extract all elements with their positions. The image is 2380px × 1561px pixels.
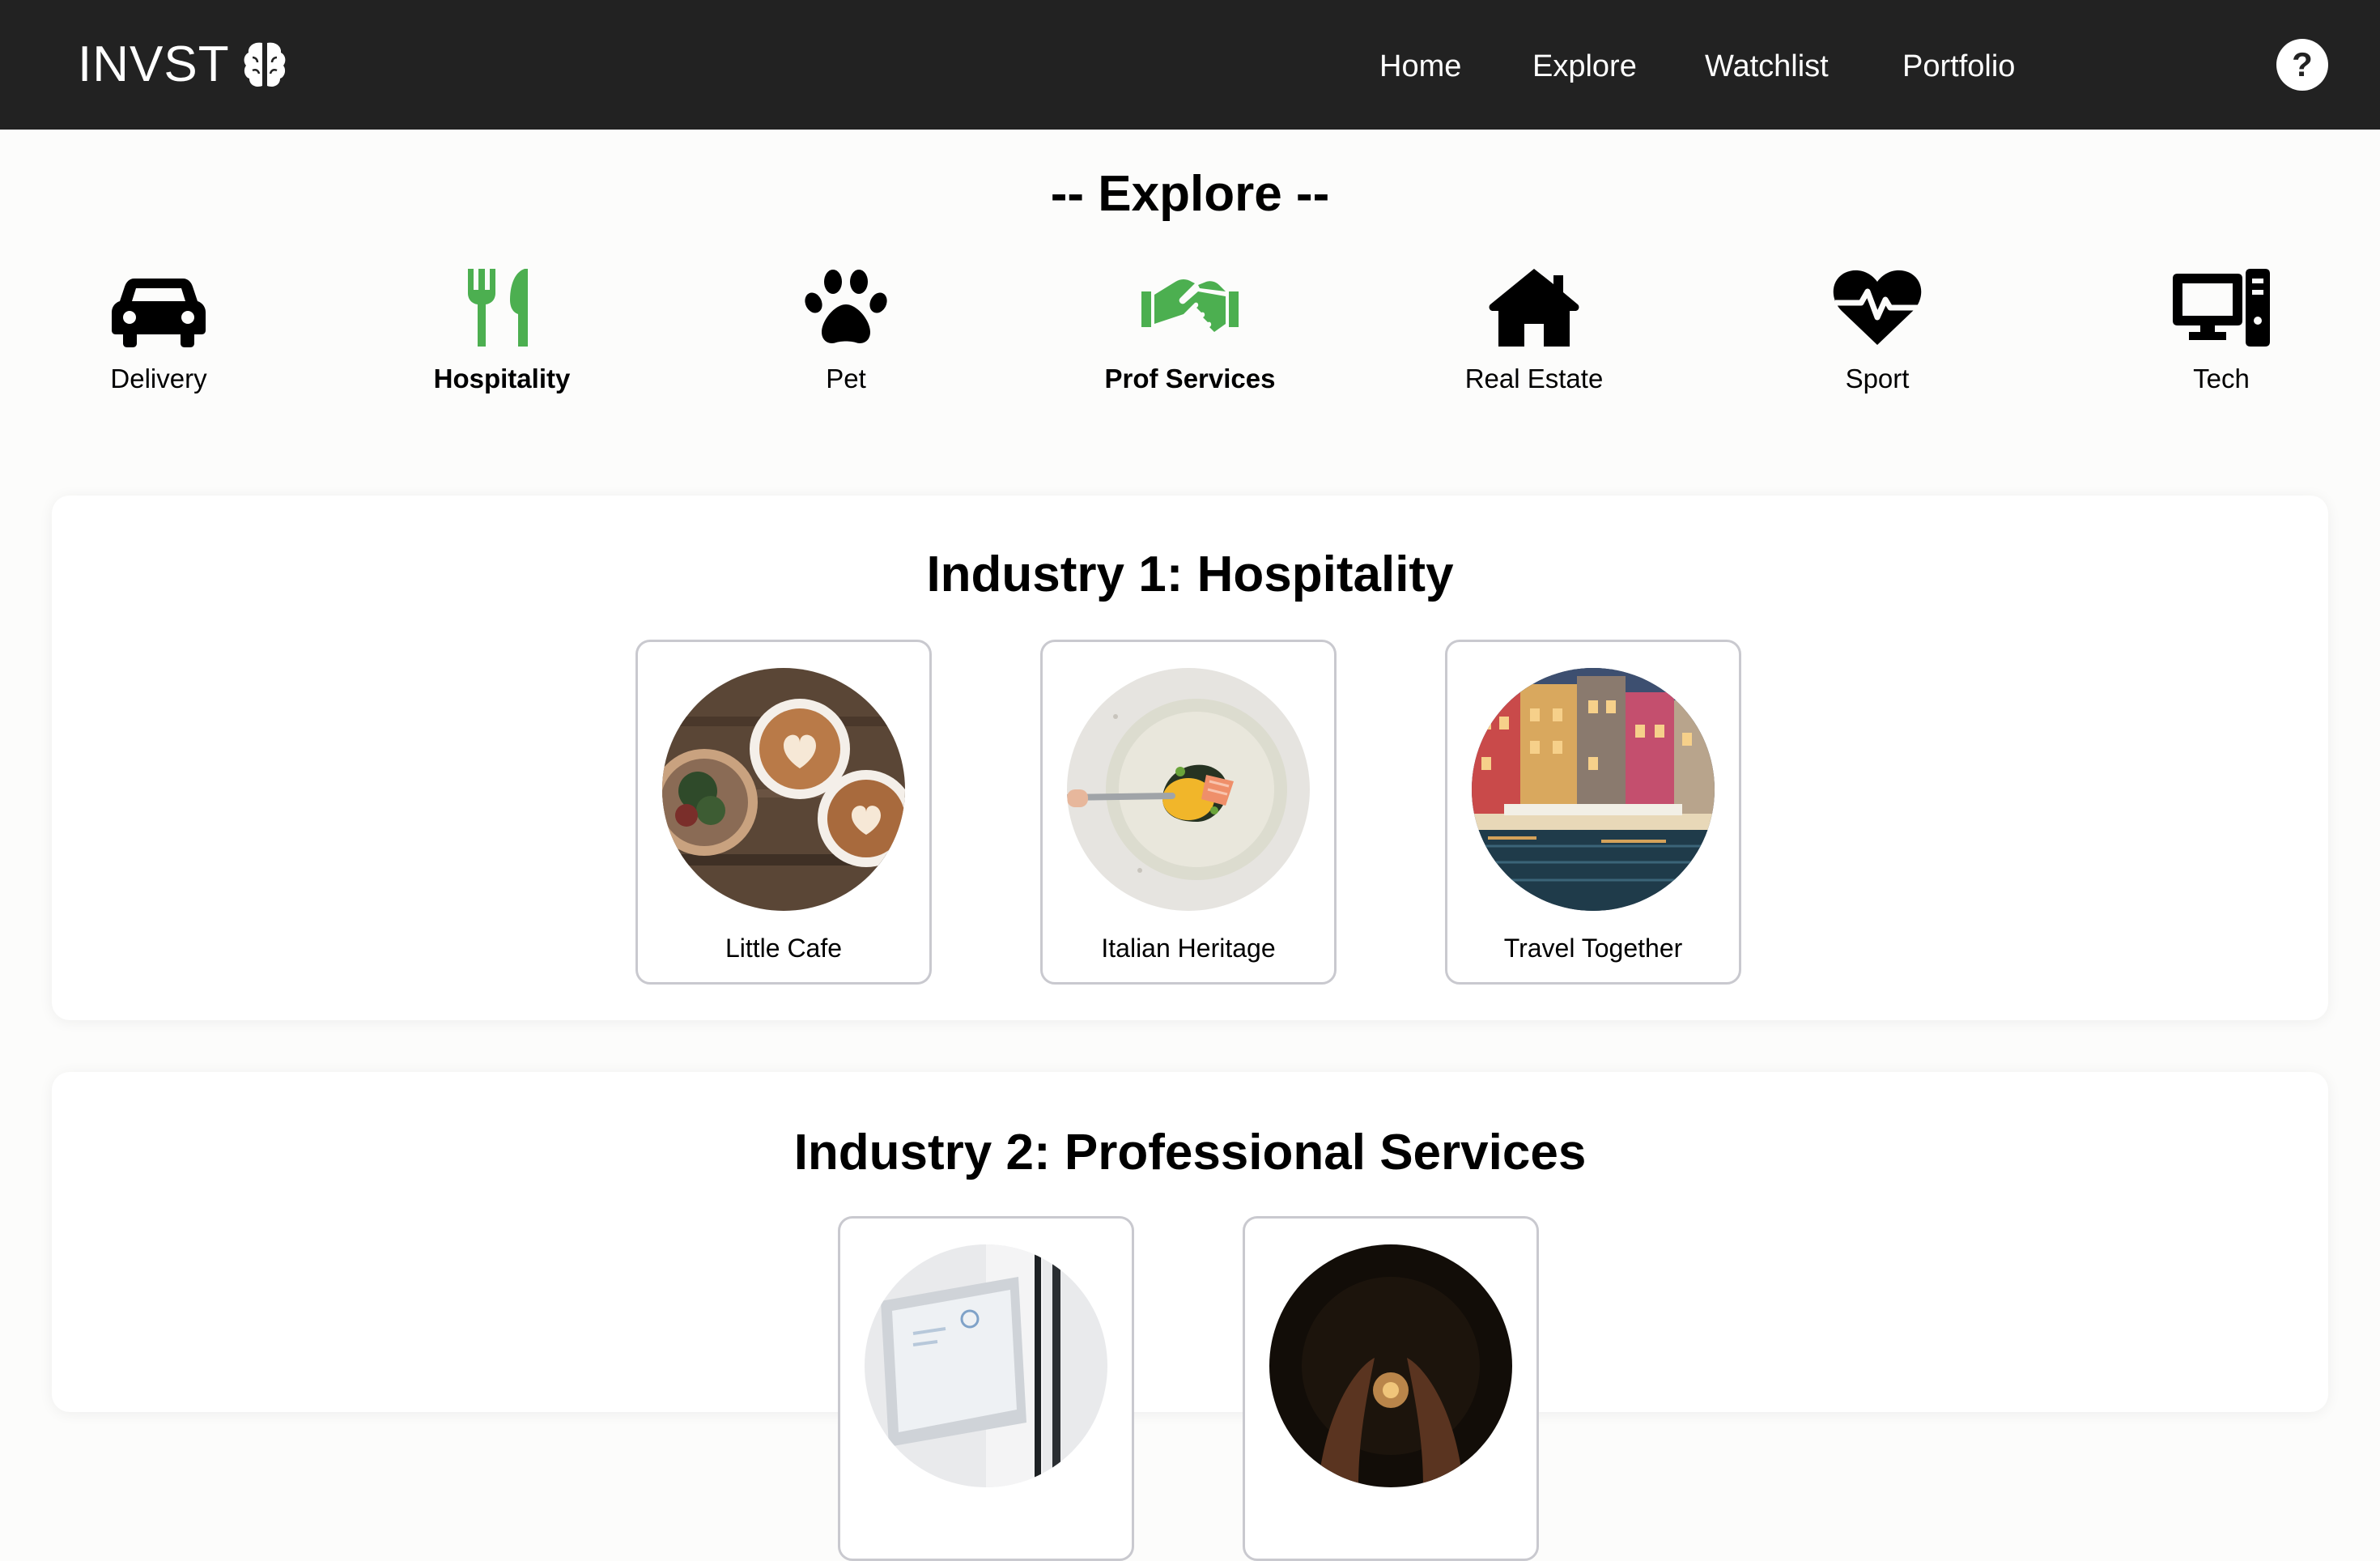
business-card-italian-heritage[interactable]: Italian Heritage — [1040, 640, 1337, 985]
brand-logo[interactable]: INVST — [78, 36, 288, 94]
top-navigation-bar: INVST Home Explore Watchlist Portfolio ? — [0, 0, 2380, 130]
paw-icon — [805, 270, 887, 343]
category-label: Delivery — [110, 364, 207, 393]
explore-title: -- Explore -- — [1050, 166, 1330, 222]
category-label: Tech — [2193, 364, 2250, 393]
category-label: Pet — [826, 364, 866, 393]
category-hospitality[interactable]: Hospitality — [380, 267, 623, 405]
brand-name: INVST — [78, 36, 230, 92]
business-image — [1067, 668, 1310, 911]
industry-title: Industry 1: Hospitality — [926, 547, 1454, 602]
handshake-icon — [1141, 279, 1239, 332]
category-tech[interactable]: Tech — [2100, 267, 2343, 405]
category-real-estate[interactable]: Real Estate — [1413, 267, 1655, 405]
business-name: Italian Heritage — [1101, 934, 1276, 963]
help-button[interactable]: ? — [2276, 39, 2328, 91]
car-icon — [112, 279, 206, 347]
category-label: Hospitality — [433, 364, 571, 393]
heart-pulse-icon — [1833, 270, 1922, 345]
industry-panel-professional-services: Industry 2: Professional Services — [52, 1072, 2328, 1561]
business-image — [662, 668, 905, 911]
house-icon — [1489, 269, 1579, 347]
category-pet[interactable]: Pet — [725, 267, 967, 405]
nav-explore[interactable]: Explore — [1532, 42, 1637, 91]
business-image — [1269, 1244, 1512, 1487]
industry-panel-hospitality: Industry 1: Hospitality Little Cafe Ital… — [52, 496, 2328, 1020]
business-image — [865, 1244, 1107, 1487]
brain-icon — [244, 42, 285, 87]
business-image — [1472, 668, 1715, 911]
nav-home[interactable]: Home — [1379, 42, 1461, 91]
category-label: Real Estate — [1464, 364, 1604, 393]
utensils-icon — [468, 269, 528, 347]
business-name: Travel Together — [1503, 934, 1683, 963]
business-name: Little Cafe — [725, 934, 843, 963]
business-card-little-cafe[interactable]: Little Cafe — [635, 640, 932, 985]
category-bar: Delivery Hospitality Pet Prof Services R… — [0, 267, 2380, 405]
nav-watchlist[interactable]: Watchlist — [1705, 42, 1829, 91]
nav-portfolio[interactable]: Portfolio — [1902, 42, 2015, 91]
category-prof-services[interactable]: Prof Services — [1069, 267, 1311, 405]
industry-title: Industry 2: Professional Services — [793, 1125, 1587, 1180]
business-card-travel-together[interactable]: Travel Together — [1445, 640, 1741, 985]
category-label: Prof Services — [1104, 364, 1276, 393]
category-sport[interactable]: Sport — [1756, 267, 1999, 405]
computer-icon — [2173, 269, 2270, 347]
business-card[interactable] — [838, 1216, 1134, 1561]
business-card[interactable] — [1243, 1216, 1539, 1561]
category-delivery[interactable]: Delivery — [37, 267, 280, 405]
category-label: Sport — [1845, 364, 1910, 393]
